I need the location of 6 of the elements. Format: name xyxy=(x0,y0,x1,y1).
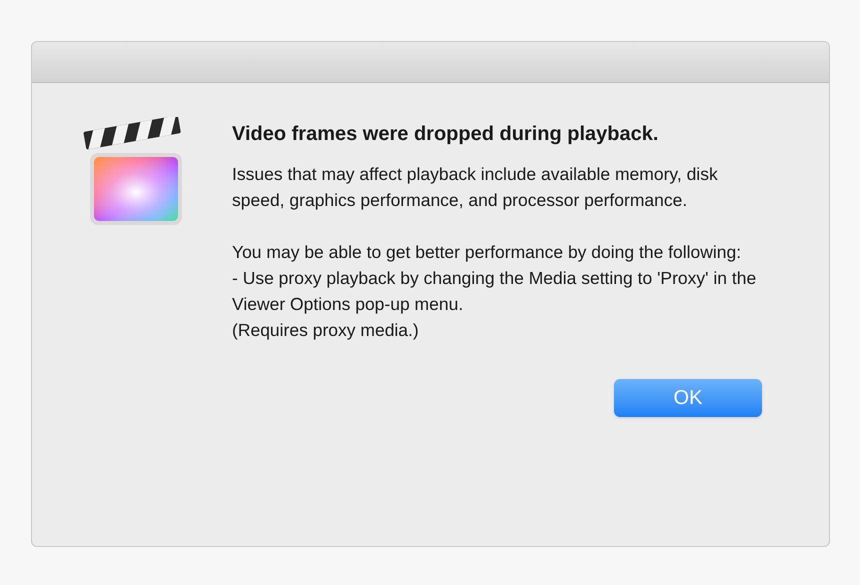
message-line: - Use proxy playback by changing the Media setting to 'Proxy' in the Viewer Options pop-up menu. xyxy=(232,267,758,316)
message-paragraph: You may be able to get better performance by doing the following: xyxy=(232,241,742,264)
message-paragraph: Issues that may affect playback include available memory, disk speed, graphics performance, and processor performance. xyxy=(232,163,719,212)
message-line: (Requires proxy media.) xyxy=(232,319,420,342)
dialog-heading: Video frames were dropped during playback. xyxy=(232,122,660,147)
ok-button[interactable]: OK xyxy=(614,379,762,417)
